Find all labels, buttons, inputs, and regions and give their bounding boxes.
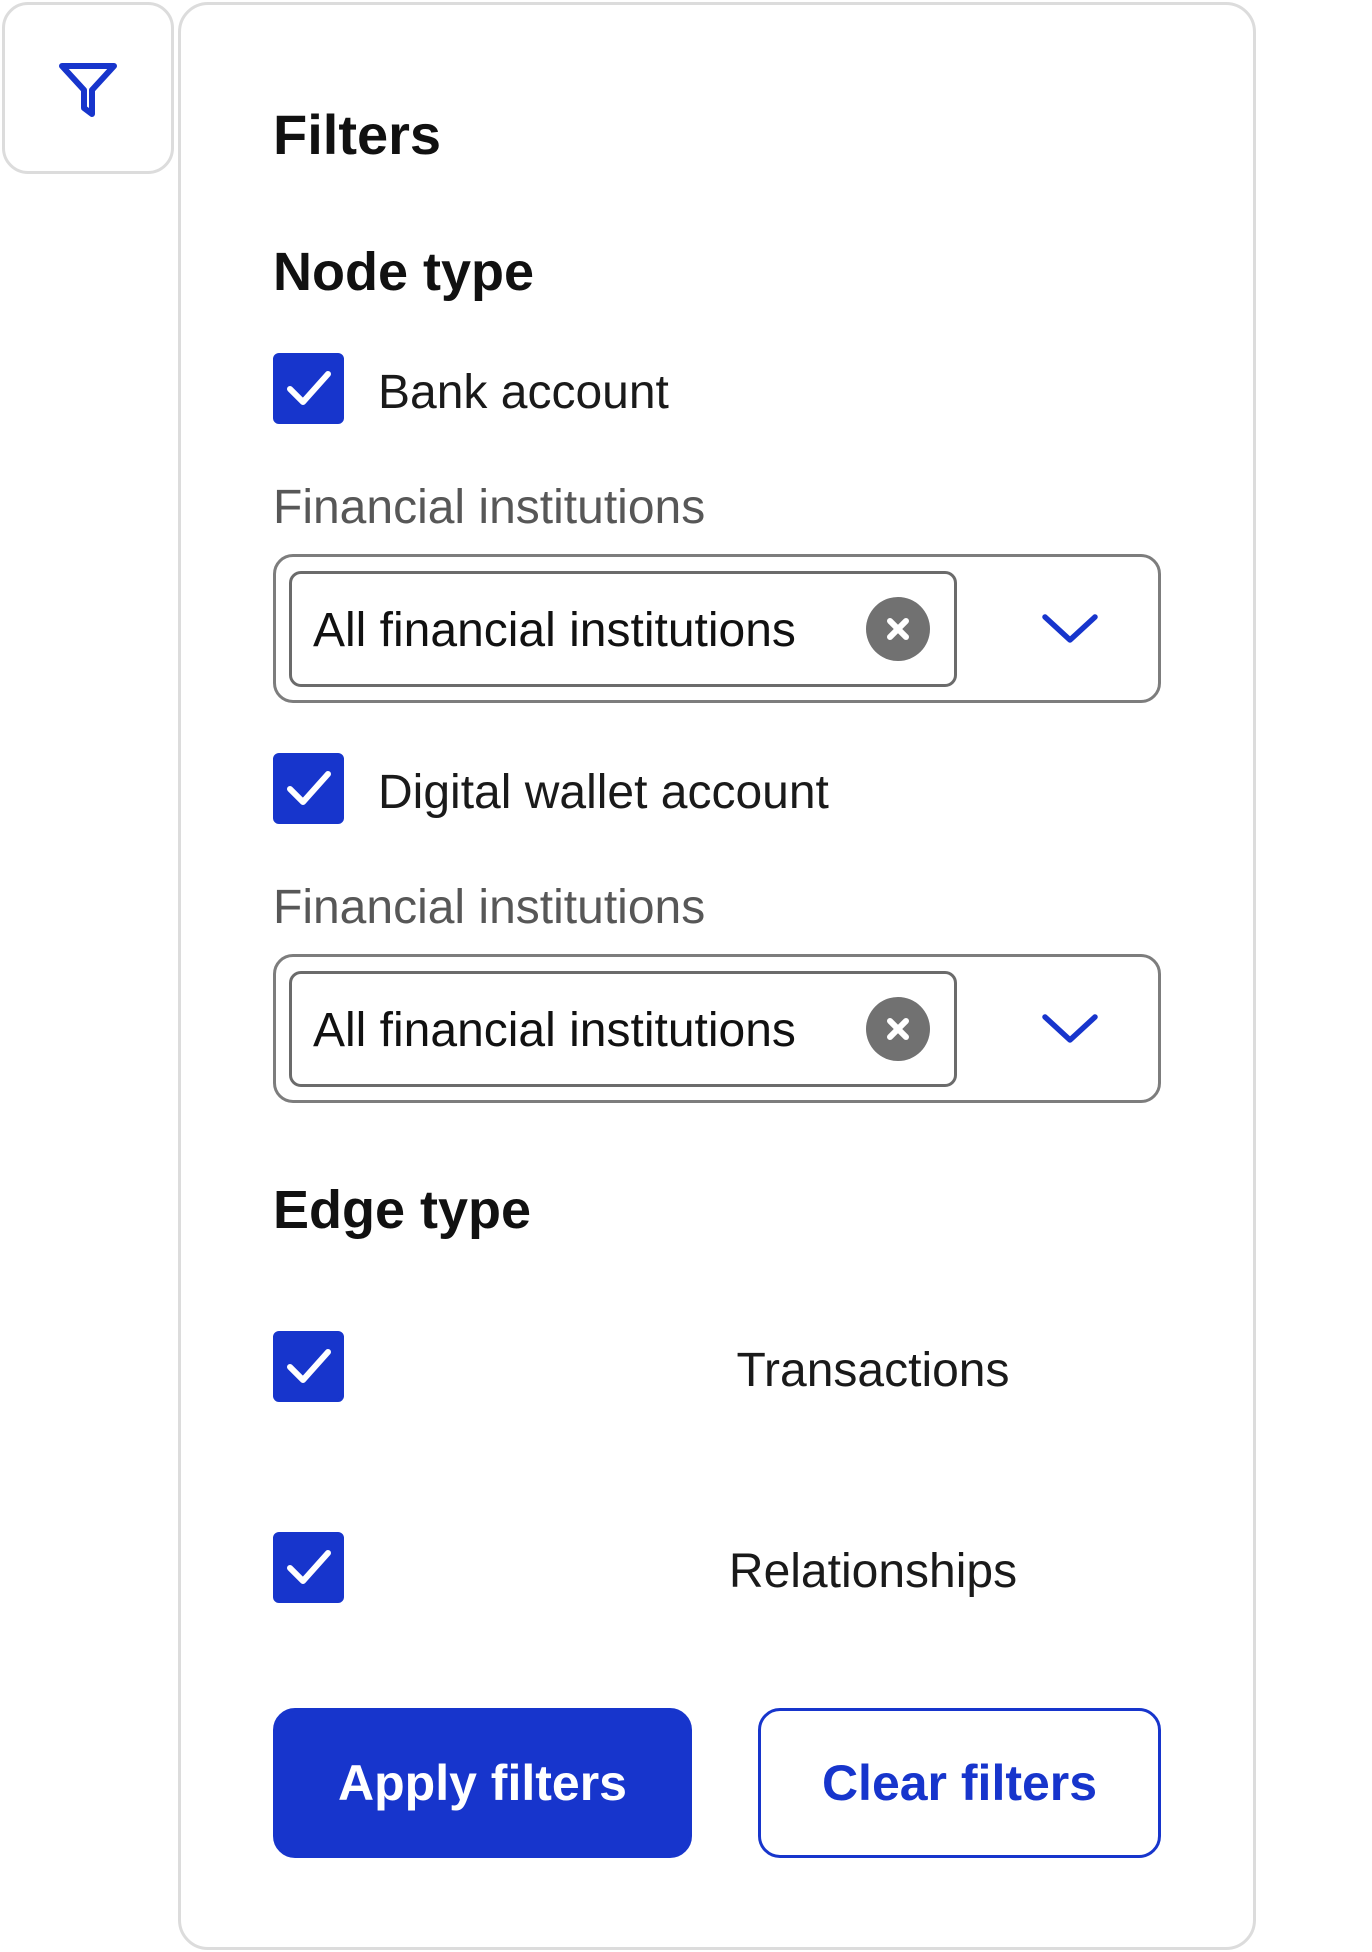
digital-wallet-institutions-select[interactable]: All financial institutions bbox=[273, 954, 1161, 1103]
chevron-down-icon[interactable] bbox=[1041, 613, 1099, 645]
relationships-checkbox[interactable] bbox=[273, 1532, 344, 1603]
filter-toggle-button[interactable] bbox=[2, 2, 174, 174]
clear-icon[interactable] bbox=[866, 597, 930, 661]
node-type-heading: Node type bbox=[273, 242, 535, 302]
apply-filters-button[interactable]: Apply filters bbox=[273, 1708, 692, 1858]
selected-institutions-chip[interactable]: All financial institutions bbox=[289, 971, 957, 1087]
transactions-label: Transactions bbox=[736, 1343, 1010, 1397]
close-icon bbox=[887, 618, 909, 640]
node-type-option-digital-wallet[interactable]: Digital wallet account bbox=[273, 753, 829, 824]
selected-institutions-value: All financial institutions bbox=[313, 604, 796, 657]
chevron-down-icon[interactable] bbox=[1041, 1013, 1099, 1045]
check-icon bbox=[287, 771, 331, 805]
bank-account-checkbox[interactable] bbox=[273, 353, 344, 424]
clear-icon[interactable] bbox=[866, 997, 930, 1061]
digital-wallet-checkbox[interactable] bbox=[273, 753, 344, 824]
clear-filters-button[interactable]: Clear filters bbox=[758, 1708, 1161, 1858]
node-type-option-bank-account[interactable]: Bank account bbox=[273, 353, 669, 424]
check-icon bbox=[287, 371, 331, 405]
bank-account-label: Bank account bbox=[378, 365, 669, 419]
check-icon bbox=[287, 1349, 331, 1383]
filter-icon bbox=[59, 63, 117, 117]
relationships-label: Relationships bbox=[728, 1544, 1018, 1598]
digital-wallet-label: Digital wallet account bbox=[378, 765, 829, 819]
filters-panel: Filters Node type Bank account Financial… bbox=[178, 2, 1256, 1950]
bank-account-institutions-select[interactable]: All financial institutions bbox=[273, 554, 1161, 703]
edge-type-option-transactions[interactable]: Transactions bbox=[273, 1331, 1161, 1402]
selected-institutions-chip[interactable]: All financial institutions bbox=[289, 571, 957, 687]
selected-institutions-value: All financial institutions bbox=[313, 1004, 796, 1057]
check-icon bbox=[287, 1550, 331, 1584]
close-icon bbox=[887, 1018, 909, 1040]
edge-type-option-relationships[interactable]: Relationships bbox=[273, 1532, 1161, 1603]
digital-wallet-institutions-label: Financial institutions bbox=[273, 881, 706, 934]
panel-title: Filters bbox=[273, 103, 442, 166]
edge-type-heading: Edge type bbox=[273, 1180, 532, 1240]
bank-account-institutions-label: Financial institutions bbox=[273, 481, 706, 534]
transactions-checkbox[interactable] bbox=[273, 1331, 344, 1402]
